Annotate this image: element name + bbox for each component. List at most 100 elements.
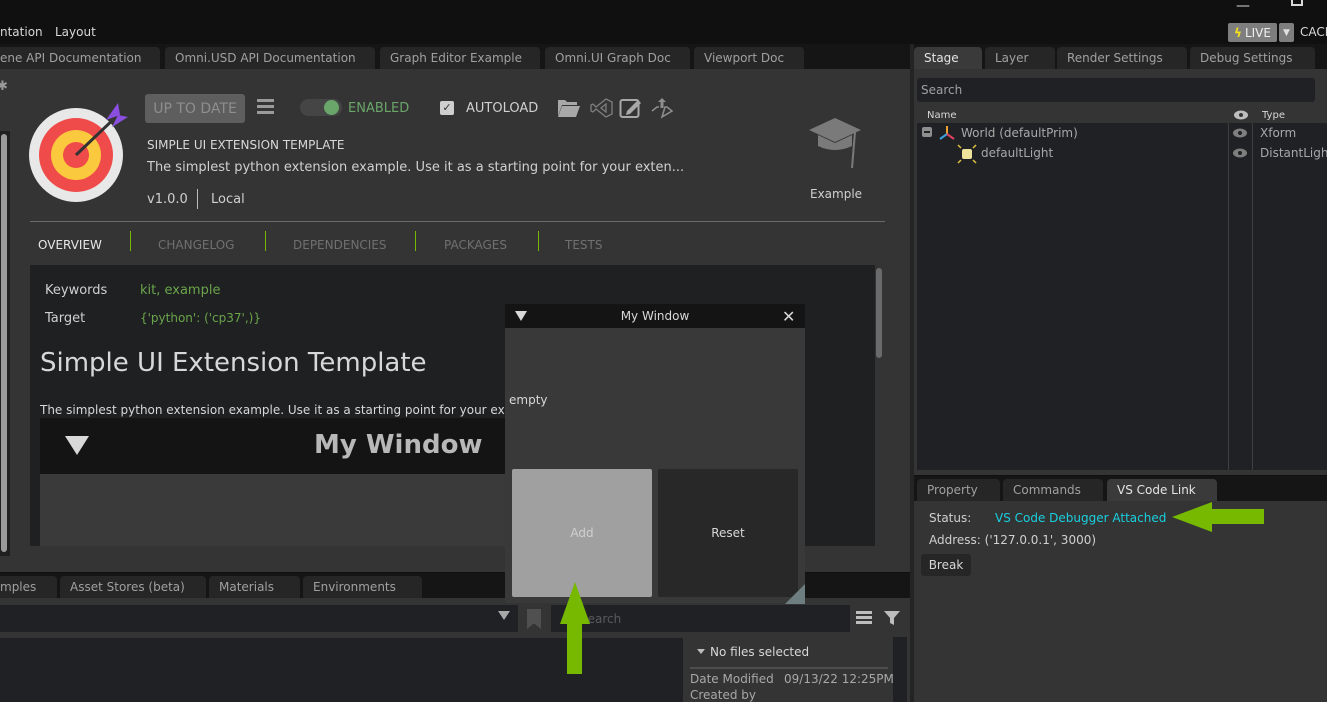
subtab-packages[interactable]: PACKAGES bbox=[444, 238, 507, 252]
stage-tabbar: Stage Layer Render Settings Debug Settin… bbox=[914, 44, 1327, 69]
gear-icon[interactable]: ✱ bbox=[0, 79, 8, 94]
my-window-label: empty bbox=[509, 393, 548, 407]
divider bbox=[197, 189, 198, 209]
category-label: Example bbox=[810, 187, 863, 201]
menu-icon[interactable] bbox=[257, 99, 274, 116]
subtab-dependencies[interactable]: DEPENDENCIES bbox=[293, 238, 387, 252]
publish-icon[interactable] bbox=[650, 97, 674, 119]
scrollbar-thumb[interactable] bbox=[1, 134, 7, 552]
target-icon bbox=[29, 103, 128, 202]
tab-omni-ui-graph-doc[interactable]: Omni.UI Graph Doc bbox=[545, 47, 690, 69]
autoload-checkbox[interactable]: ✓ bbox=[440, 101, 454, 115]
collapse-triangle-icon[interactable] bbox=[697, 649, 705, 654]
tab-vscode-link[interactable]: VS Code Link bbox=[1107, 479, 1217, 501]
scrollbar-thumb[interactable] bbox=[876, 268, 882, 358]
close-icon[interactable]: ✕ bbox=[782, 307, 795, 326]
eye-icon[interactable] bbox=[1234, 110, 1248, 120]
autoload-label: AUTOLOAD bbox=[466, 101, 539, 116]
tab-layer[interactable]: Layer bbox=[985, 47, 1055, 69]
address-label: Address: ('127.0.0.1', 3000) bbox=[929, 533, 1097, 547]
vscode-link-panel bbox=[914, 501, 1327, 702]
annotation-arrow-up-icon bbox=[560, 582, 590, 674]
subtab-separator bbox=[265, 231, 266, 251]
tab-commands[interactable]: Commands bbox=[1003, 479, 1103, 501]
graduation-cap-icon bbox=[809, 118, 861, 169]
list-view-icon[interactable] bbox=[856, 611, 872, 625]
extension-title: SIMPLE UI EXTENSION TEMPLATE bbox=[147, 138, 345, 152]
details-scrollbar[interactable] bbox=[893, 637, 907, 702]
break-button[interactable]: Break bbox=[921, 554, 971, 576]
stage-search-placeholder: Search bbox=[921, 83, 963, 97]
cache-label[interactable]: CACH bbox=[1300, 25, 1327, 39]
extension-version: v1.0.0 bbox=[147, 192, 188, 207]
extension-description: The simplest python extension example. U… bbox=[147, 160, 685, 175]
tab-property[interactable]: Property bbox=[917, 479, 1000, 501]
divider bbox=[690, 667, 888, 669]
stage-tree bbox=[917, 123, 1327, 470]
tab-viewport-doc[interactable]: Viewport Doc bbox=[694, 47, 804, 69]
edit-icon[interactable] bbox=[619, 97, 643, 119]
maximize-icon[interactable] bbox=[1291, 0, 1303, 6]
tab-scene-api-doc[interactable]: ene API Documentation bbox=[0, 47, 160, 69]
subtab-separator bbox=[415, 231, 416, 251]
folder-icon[interactable] bbox=[557, 97, 581, 119]
column-header-type[interactable]: Type bbox=[1262, 110, 1285, 121]
up-to-date-button[interactable]: UP TO DATE bbox=[145, 94, 245, 123]
tab-graph-editor-example[interactable]: Graph Editor Example bbox=[380, 47, 540, 69]
overview-paragraph: The simplest python extension example. U… bbox=[40, 403, 505, 417]
column-divider[interactable] bbox=[1228, 123, 1229, 470]
overview-heading: Simple UI Extension Template bbox=[40, 348, 427, 378]
tab-debug-settings[interactable]: Debug Settings bbox=[1190, 47, 1315, 69]
chevron-down-icon: ▼ bbox=[1283, 27, 1290, 38]
visibility-eye-icon[interactable] bbox=[1233, 128, 1247, 138]
status-value: VS Code Debugger Attached bbox=[995, 511, 1167, 525]
tab-materials[interactable]: Materials bbox=[209, 576, 300, 598]
keywords-value: kit, example bbox=[140, 283, 221, 298]
collapse-triangle-icon bbox=[65, 436, 89, 455]
path-input[interactable] bbox=[0, 605, 518, 632]
vscode-icon[interactable] bbox=[590, 97, 614, 119]
column-header-name[interactable]: Name bbox=[927, 110, 957, 121]
stage-search-input[interactable] bbox=[917, 78, 1315, 102]
tree-item-default-light[interactable]: defaultLight bbox=[981, 146, 1053, 160]
date-modified-label: Date Modified bbox=[690, 672, 774, 686]
status-label: Status: bbox=[929, 511, 972, 525]
created-by-label: Created by bbox=[690, 688, 757, 702]
tree-item-world[interactable]: World (defaultPrim) bbox=[961, 126, 1078, 140]
subtab-separator bbox=[130, 231, 131, 251]
collapse-icon[interactable] bbox=[922, 127, 932, 137]
reset-button[interactable]: Reset bbox=[658, 469, 798, 597]
tab-render-settings[interactable]: Render Settings bbox=[1057, 47, 1187, 69]
visibility-eye-icon[interactable] bbox=[1233, 148, 1247, 158]
details-title: No files selected bbox=[710, 645, 810, 659]
subtab-changelog[interactable]: CHANGELOG bbox=[158, 238, 234, 252]
tab-examples[interactable]: mples bbox=[0, 576, 57, 598]
divider bbox=[30, 221, 885, 222]
extension-source: Local bbox=[211, 192, 245, 207]
date-modified-value: 09/13/22 12:25PM bbox=[784, 672, 894, 686]
minimize-icon[interactable]: — bbox=[1236, 0, 1250, 14]
column-divider[interactable] bbox=[1252, 123, 1253, 470]
enabled-label: ENABLED bbox=[348, 101, 410, 116]
toggle-knob[interactable] bbox=[324, 100, 339, 115]
tab-asset-stores[interactable]: Asset Stores (beta) bbox=[60, 576, 206, 598]
subtab-overview[interactable]: OVERVIEW bbox=[38, 238, 102, 252]
dropdown-arrow-icon[interactable] bbox=[498, 611, 510, 620]
live-button[interactable]: ϟ LIVE bbox=[1228, 23, 1277, 42]
target-label: Target bbox=[45, 311, 86, 326]
screenshot-title: My Window bbox=[314, 430, 483, 460]
tab-omni-usd-api-doc[interactable]: Omni.USD API Documentation bbox=[165, 47, 375, 69]
tab-environments[interactable]: Environments bbox=[303, 576, 422, 598]
tab-stage[interactable]: Stage bbox=[914, 47, 982, 69]
subtab-tests[interactable]: TESTS bbox=[565, 238, 602, 252]
property-tabbar: Property Commands VS Code Link bbox=[914, 476, 1327, 501]
menu-documentation[interactable]: ntation bbox=[0, 25, 43, 39]
menu-layout[interactable]: Layout bbox=[55, 25, 96, 39]
filter-icon[interactable] bbox=[884, 610, 900, 626]
my-window-title: My Window bbox=[620, 309, 690, 323]
add-button[interactable]: Add bbox=[512, 469, 652, 597]
subtab-separator bbox=[538, 231, 539, 251]
live-dropdown-button[interactable]: ▼ bbox=[1279, 23, 1294, 42]
live-label: LIVE bbox=[1244, 25, 1271, 40]
target-value: {'python': ('cp37',)} bbox=[140, 311, 261, 325]
